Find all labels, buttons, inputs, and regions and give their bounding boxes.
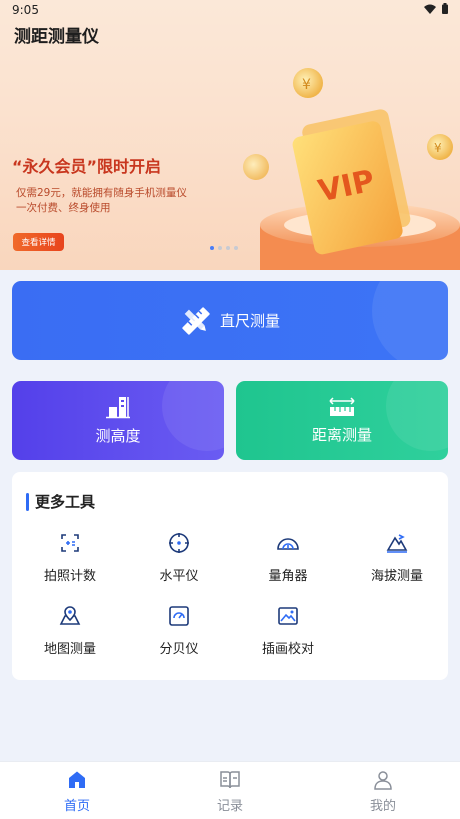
vip-card-illustration: VIP ¥ ¥ [243, 68, 460, 270]
promo-title: “永久会员”限时开启 [12, 157, 162, 176]
tab-label: 记录 [216, 799, 243, 814]
svg-text:¥: ¥ [302, 77, 311, 93]
tab-home[interactable]: 首页 [27, 762, 127, 819]
tool-label: 地图测量 [43, 642, 96, 657]
card-decoration [162, 381, 224, 451]
promo-price-text: 仅需29元，就能拥有随身手机测量仪 [16, 187, 187, 199]
battery-icon [442, 3, 448, 14]
ruler-measure-card[interactable]: 直尺测量 [12, 281, 448, 360]
svg-text:¥: ¥ [434, 141, 442, 155]
ruler-measure-label: 直尺测量 [219, 312, 280, 330]
carousel-dot[interactable] [226, 246, 230, 250]
tool-label: 水平仪 [159, 569, 199, 584]
home-icon [69, 771, 85, 788]
tool-map-measure[interactable]: 地图测量 [20, 603, 120, 663]
decibel-meter-icon [166, 603, 192, 629]
mountain-altitude-icon [384, 530, 410, 556]
tab-records[interactable]: 记录 [180, 762, 280, 819]
promo-lifetime-text: 一次付费、终身使用 [16, 202, 111, 214]
map-pin-icon [57, 603, 83, 629]
tool-label: 拍照计数 [43, 569, 96, 584]
promo-banner[interactable]: VIP ¥ ¥ 测距测量仪 “永久会员”限时开启 仅需29元，就能拥有随身手机测… [0, 0, 460, 270]
carousel-dot[interactable] [218, 246, 222, 250]
tool-altitude[interactable]: 海拔测量 [347, 530, 447, 590]
tab-mine[interactable]: 我的 [333, 762, 433, 819]
card-decoration [372, 281, 448, 360]
tool-decibel[interactable]: 分贝仪 [129, 603, 229, 663]
more-tools-title: 更多工具 [35, 493, 96, 511]
section-accent-bar [26, 492, 29, 511]
carousel-indicator[interactable] [210, 246, 238, 250]
status-time: 9:05 [12, 3, 39, 17]
wifi-icon [424, 4, 436, 14]
status-icons [424, 3, 448, 14]
tab-label: 我的 [369, 799, 396, 814]
building-height-icon [106, 397, 130, 419]
height-measure-card[interactable]: 测高度 [12, 381, 224, 460]
tool-label: 量角器 [268, 569, 308, 584]
tool-image-calibrate[interactable]: 插画校对 [238, 603, 338, 663]
more-tools-panel: 更多工具 拍照计数 水平仪 量角器 海拔测量 地图测量 分贝仪 插画校对 [12, 472, 448, 680]
bottom-tab-bar: 首页 记录 我的 [0, 761, 460, 819]
distance-measure-label: 距离测量 [311, 426, 372, 444]
distance-tape-icon [329, 397, 355, 416]
image-calibrate-icon [275, 603, 301, 629]
view-details-button[interactable]: 查看详情 [13, 233, 64, 251]
tool-label: 插画校对 [261, 642, 314, 657]
tool-level[interactable]: 水平仪 [129, 530, 229, 590]
status-bar: 9:05 [0, 0, 460, 20]
tab-label: 首页 [63, 799, 90, 814]
card-decoration [386, 381, 448, 451]
tool-label: 分贝仪 [159, 642, 199, 657]
more-tools-header: 更多工具 [26, 491, 95, 512]
carousel-dot[interactable] [210, 246, 214, 250]
height-measure-label: 测高度 [95, 427, 141, 445]
carousel-dot[interactable] [234, 246, 238, 250]
tool-protractor[interactable]: 量角器 [238, 530, 338, 590]
app-title: 测距测量仪 [14, 27, 99, 47]
distance-measure-card[interactable]: 距离测量 [236, 381, 448, 460]
ruler-pencil-icon [182, 306, 210, 335]
protractor-icon [275, 530, 301, 556]
tool-photo-count[interactable]: 拍照计数 [20, 530, 120, 590]
level-crosshair-icon [166, 530, 192, 556]
photo-count-icon [57, 530, 83, 556]
record-book-icon [220, 771, 240, 789]
user-icon [374, 771, 392, 790]
tool-label: 海拔测量 [370, 569, 423, 584]
